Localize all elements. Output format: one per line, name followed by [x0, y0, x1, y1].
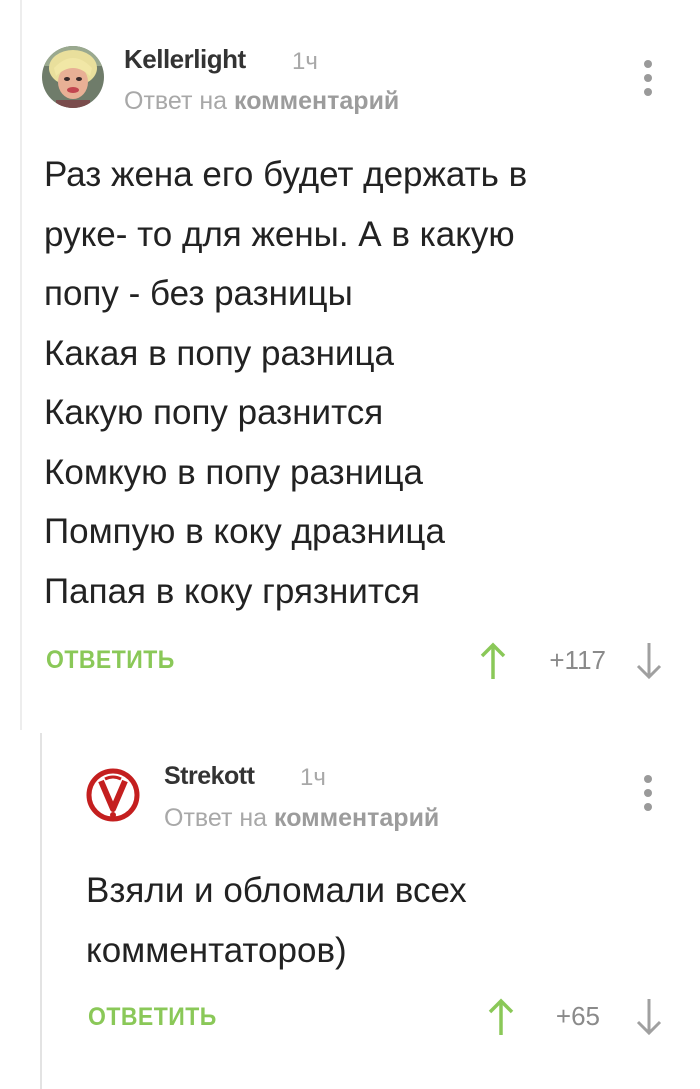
rating-value: +117 [549, 645, 606, 675]
username[interactable]: Strekott [164, 762, 255, 791]
reply-to-label: Ответ на комментарий [124, 87, 399, 116]
comment-text: Раз жена его будет держать в руке- то дл… [44, 155, 528, 611]
vertical-dots-icon [644, 803, 652, 811]
arrow-down-icon [636, 643, 662, 680]
vertical-dots-icon [644, 775, 652, 783]
rating-value: +65 [555, 1001, 600, 1031]
timestamp: 1ч [292, 48, 318, 75]
reply-to-link[interactable]: комментарий [274, 804, 439, 832]
reply-to-label: Ответ на комментарий [164, 804, 439, 833]
reply-to-prefix: Ответ на [124, 87, 235, 115]
vertical-dots-icon [644, 789, 652, 797]
reply-button[interactable]: ОТВЕТИТЬ [88, 1003, 217, 1032]
arrow-up-icon [488, 998, 514, 1035]
more-options-button[interactable] [638, 773, 658, 813]
vote-down-button[interactable] [634, 997, 664, 1037]
reply-to-link[interactable]: комментарий [234, 87, 399, 115]
red-logo-avatar-icon [83, 765, 143, 825]
vertical-dots-icon [644, 74, 652, 82]
reply-to-prefix: Ответ на [164, 804, 275, 832]
nested-comment: Strekott 1ч Ответ на комментарий Взяли и… [0, 740, 700, 1089]
username[interactable]: Kellerlight [124, 44, 246, 75]
vertical-dots-icon [644, 60, 652, 68]
vote-down-button[interactable] [634, 641, 664, 681]
comment-text: Взяли и обломали всех комментаторов) [86, 871, 467, 970]
avatar[interactable] [42, 46, 104, 108]
comment: Kellerlight 1ч Ответ на комментарий Раз … [0, 0, 700, 720]
vote-up-button[interactable] [486, 997, 516, 1037]
user-photo-avatar-icon [42, 46, 104, 108]
vertical-dots-icon [644, 88, 652, 96]
vote-up-button[interactable] [478, 641, 508, 681]
reply-button[interactable]: ОТВЕТИТЬ [46, 646, 175, 675]
more-options-button[interactable] [638, 58, 658, 98]
avatar[interactable] [83, 765, 143, 825]
arrow-up-icon [480, 642, 506, 679]
arrow-down-icon [636, 999, 662, 1036]
timestamp: 1ч [300, 764, 326, 791]
